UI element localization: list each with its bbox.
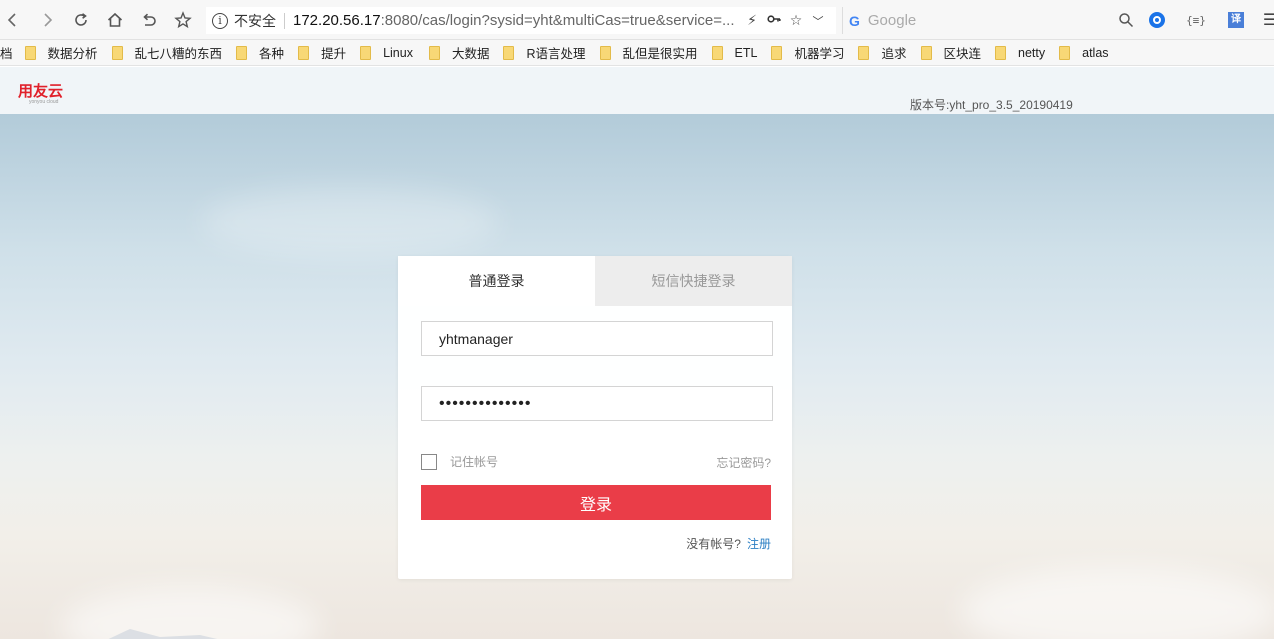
login-button[interactable]: 登录 [421, 485, 771, 520]
bookmark-folder[interactable]: 各种 [236, 43, 284, 62]
reload-icon[interactable] [64, 0, 98, 40]
remember-label: 记住帐号 [450, 455, 499, 469]
bookmark-item[interactable]: 档 [0, 43, 13, 62]
lightning-icon[interactable]: ⚡ [741, 12, 763, 29]
folder-icon [428, 45, 440, 60]
bookmark-folder[interactable]: atlas [1059, 45, 1109, 60]
remember-checkbox[interactable] [421, 453, 437, 470]
chevron-down-icon[interactable]: ﹀ [807, 13, 829, 29]
no-account-text: 没有帐号? [686, 537, 741, 551]
bookmark-folder[interactable]: 机器学习 [771, 43, 844, 62]
menu-icon[interactable]: ☰ [1260, 10, 1274, 30]
login-page: 用友云 yonyou cloud 版本号:yht_pro_3.5_2019041… [0, 67, 1274, 639]
bookmark-folder[interactable]: ETL [711, 45, 757, 60]
extension-icon[interactable] [1147, 10, 1167, 30]
logo[interactable]: 用友云 yonyou cloud [18, 80, 63, 105]
logo-text: 用友云 [18, 83, 64, 100]
security-status: 不安全 [234, 12, 276, 29]
folder-icon [711, 45, 723, 60]
bookmark-folder[interactable]: Linux [360, 45, 413, 60]
forgot-password-link[interactable]: 忘记密码? [716, 454, 771, 471]
key-icon[interactable] [763, 12, 785, 29]
folder-icon [920, 45, 932, 60]
tab-normal-login[interactable]: 普通登录 [398, 256, 595, 306]
username-input[interactable] [421, 321, 773, 356]
translate-icon[interactable]: 译 [1226, 10, 1246, 30]
search-icon[interactable] [1118, 12, 1134, 28]
bookmark-folder[interactable]: 提升 [298, 43, 346, 62]
folder-icon [1059, 45, 1071, 60]
browser-toolbar: i 不安全 172.20.56.17:8080/cas/login?sysid=… [0, 0, 1274, 40]
bookmark-folder[interactable]: 数据分析 [24, 43, 98, 62]
folder-icon [24, 45, 36, 60]
login-tabs: 普通登录 短信快捷登录 [398, 256, 792, 306]
folder-icon [111, 45, 123, 60]
tab-sms-login[interactable]: 短信快捷登录 [595, 256, 792, 306]
favorite-star-icon[interactable]: ☆ [785, 12, 807, 29]
page-header: 用友云 yonyou cloud 版本号:yht_pro_3.5_2019041… [0, 67, 1274, 114]
bookmark-folder[interactable]: 乱七八糟的东西 [111, 43, 222, 62]
bookmark-folder[interactable]: 区块连 [920, 43, 981, 62]
json-extension-icon[interactable]: {≡} [1186, 10, 1206, 30]
folder-icon [599, 45, 611, 60]
url-text[interactable]: 172.20.56.17:8080/cas/login?sysid=yht&mu… [293, 12, 741, 29]
bookmarks-bar: 档 数据分析 乱七八糟的东西 各种 提升 Linux 大数据 R语言处理 乱但是… [0, 40, 1274, 66]
logo-subtext: yonyou cloud [29, 99, 59, 105]
google-icon: G [849, 12, 860, 29]
version-label: 版本号:yht_pro_3.5_20190419 [910, 98, 1073, 112]
back-icon[interactable] [0, 0, 30, 40]
search-box[interactable]: G Google [842, 7, 1138, 34]
folder-icon [995, 45, 1007, 60]
bookmark-folder[interactable]: 追求 [858, 43, 907, 62]
folder-icon [503, 45, 515, 60]
password-input[interactable] [421, 386, 773, 421]
bookmark-folder[interactable]: R语言处理 [503, 43, 586, 62]
forward-icon[interactable] [30, 0, 64, 40]
login-card: 普通登录 短信快捷登录 记住帐号 忘记密码? 登录 没有帐号? 注册 [398, 256, 792, 579]
mountain-decoration [80, 629, 218, 639]
remember-account[interactable]: 记住帐号 [421, 453, 498, 470]
search-placeholder: Google [867, 12, 917, 29]
divider [284, 12, 285, 29]
address-bar[interactable]: i 不安全 172.20.56.17:8080/cas/login?sysid=… [206, 7, 836, 34]
undo-icon[interactable] [132, 0, 166, 40]
folder-icon [360, 45, 372, 60]
bookmark-folder[interactable]: 乱但是很实用 [599, 43, 698, 62]
info-icon[interactable]: i [212, 12, 228, 29]
bookmark-folder[interactable]: 大数据 [428, 43, 489, 62]
folder-icon [858, 45, 870, 60]
register-link[interactable]: 注册 [747, 537, 771, 551]
register-row: 没有帐号? 注册 [686, 535, 771, 552]
folder-icon [298, 45, 310, 60]
bookmark-folder[interactable]: netty [995, 45, 1045, 60]
folder-icon [771, 45, 783, 60]
cloud-decoration [200, 187, 500, 257]
bookmark-star-icon[interactable] [166, 0, 200, 40]
home-icon[interactable] [98, 0, 132, 40]
folder-icon [236, 45, 248, 60]
